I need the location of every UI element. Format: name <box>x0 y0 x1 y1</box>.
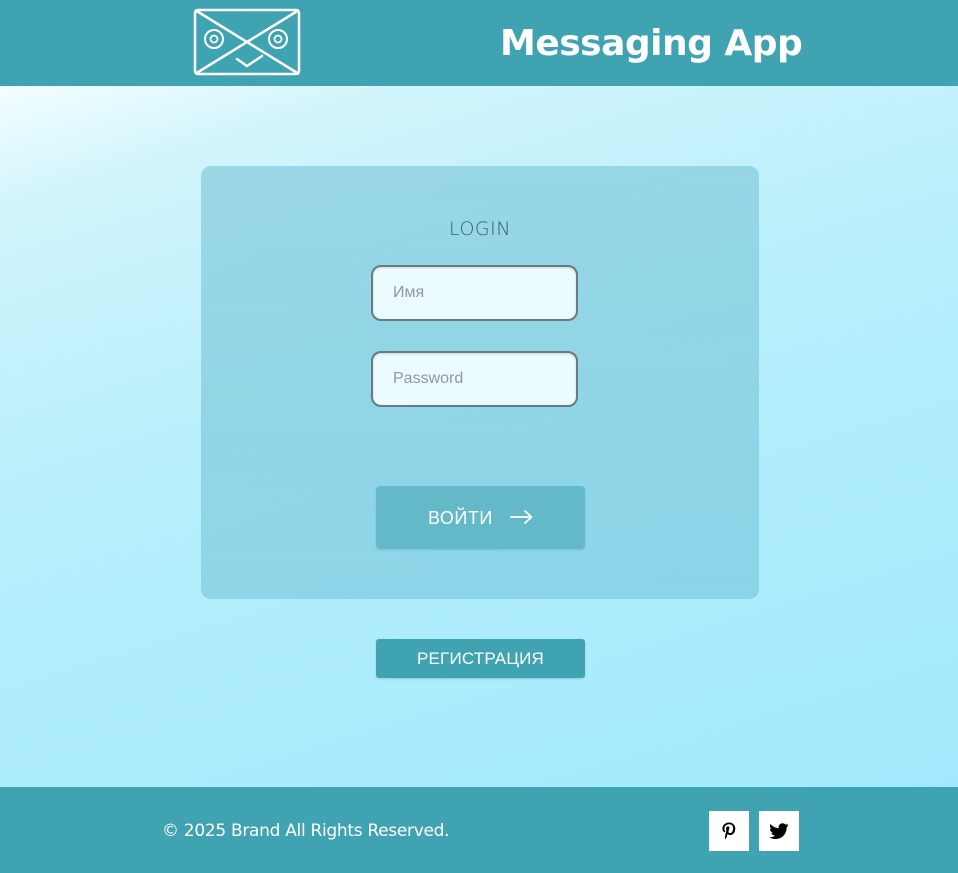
login-button[interactable]: ВОЙТИ <box>376 486 585 549</box>
header-bar: Messaging App <box>0 0 958 86</box>
arrow-right-icon <box>510 510 533 524</box>
login-title: LOGIN <box>449 218 511 240</box>
login-button-label: ВОЙТИ <box>428 508 493 528</box>
main-content: LOGIN ВОЙТИ <box>0 86 958 787</box>
copyright-text: © 2025 Brand All Rights Reserved. <box>162 821 450 841</box>
register-button[interactable]: РЕГИСТРАЦИЯ <box>376 639 585 678</box>
app-title: Messaging App <box>500 23 803 64</box>
envelope-face-icon[interactable] <box>192 7 302 77</box>
pinterest-icon <box>722 822 736 840</box>
pinterest-link[interactable] <box>709 811 749 851</box>
password-input[interactable] <box>371 351 578 407</box>
footer-bar: © 2025 Brand All Rights Reserved. <box>0 787 958 873</box>
twitter-link[interactable] <box>759 811 799 851</box>
login-card: LOGIN ВОЙТИ <box>201 166 759 599</box>
name-input[interactable] <box>371 265 578 321</box>
twitter-icon <box>769 823 789 840</box>
